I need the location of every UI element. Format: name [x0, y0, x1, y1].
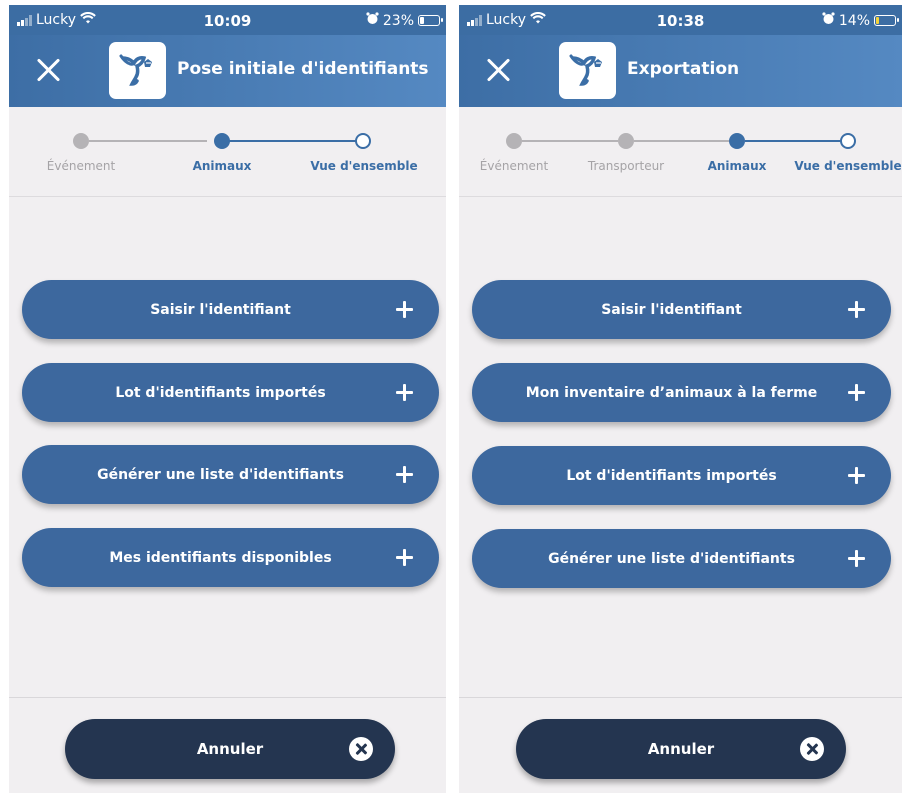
- app-header: Exportation: [459, 35, 902, 107]
- page-title: Pose initiale d'identifiants: [177, 59, 429, 79]
- enter-identifier-button[interactable]: Saisir l'identifiant: [472, 280, 891, 339]
- plus-icon: [396, 384, 413, 401]
- close-icon[interactable]: [35, 57, 61, 83]
- status-right: 14%: [822, 12, 899, 29]
- page-title: Exportation: [627, 59, 740, 79]
- close-circle-icon: [349, 737, 373, 761]
- battery-fill: [876, 17, 879, 24]
- step-connector: [745, 140, 841, 142]
- button-label: Générer une liste d'identifiants: [548, 550, 795, 567]
- plus-icon: [396, 466, 413, 483]
- battery-icon: [874, 15, 899, 26]
- battery-percent: 14%: [838, 12, 870, 29]
- enter-identifier-button[interactable]: Saisir l'identifiant: [22, 280, 439, 339]
- generate-list-button[interactable]: Générer une liste d'identifiants: [22, 445, 439, 504]
- plus-icon: [848, 384, 865, 401]
- button-label: Générer une liste d'identifiants: [97, 466, 344, 483]
- plus-icon: [396, 549, 413, 566]
- app-logo-icon: [559, 42, 616, 99]
- step-dot-vue-ensemble: [840, 133, 856, 149]
- alarm-icon: [366, 12, 379, 29]
- cancel-button[interactable]: Annuler: [65, 719, 395, 779]
- generate-list-button[interactable]: Générer une liste d'identifiants: [472, 529, 891, 588]
- farm-inventory-button[interactable]: Mon inventaire d’animaux à la ferme: [472, 363, 891, 422]
- step-connector: [89, 140, 207, 142]
- step-dot-evenement: [506, 133, 522, 149]
- button-label: Lot d'identifiants importés: [566, 467, 777, 484]
- step-label-animaux: Animaux: [707, 159, 767, 173]
- alarm-icon: [822, 12, 835, 29]
- step-dot-animaux: [214, 133, 230, 149]
- progress-stepper: Événement Transporteur Animaux Vue d'ens…: [459, 107, 902, 197]
- plus-icon: [848, 550, 865, 567]
- step-label-vue-ensemble: Vue d'ensemble: [310, 159, 418, 173]
- button-label: Mon inventaire d’animaux à la ferme: [525, 384, 818, 401]
- divider: [9, 697, 446, 698]
- plus-icon: [848, 467, 865, 484]
- phone-screen-pose-initiale: Lucky 10:09 23% Pose initiale d'identifi…: [9, 5, 446, 793]
- step-label-transporteur: Transporteur: [587, 159, 665, 173]
- plus-icon: [848, 301, 865, 318]
- cancel-label: Annuler: [647, 740, 715, 758]
- step-connector: [229, 140, 357, 142]
- close-icon[interactable]: [485, 57, 511, 83]
- imported-batch-button[interactable]: Lot d'identifiants importés: [22, 363, 439, 422]
- step-connector: [522, 140, 618, 142]
- step-connector: [634, 140, 729, 142]
- button-label: Saisir l'identifiant: [601, 301, 742, 318]
- app-logo-icon: [109, 42, 166, 99]
- button-label: Mes identifiants disponibles: [109, 549, 332, 566]
- step-label-animaux: Animaux: [192, 159, 252, 173]
- button-label: Saisir l'identifiant: [150, 301, 291, 318]
- plus-icon: [396, 301, 413, 318]
- step-dot-evenement: [73, 133, 89, 149]
- imported-batch-button[interactable]: Lot d'identifiants importés: [472, 446, 891, 505]
- step-label-evenement: Événement: [479, 159, 549, 173]
- status-bar: Lucky 10:09 23%: [9, 5, 446, 35]
- button-label: Lot d'identifiants importés: [115, 384, 326, 401]
- cancel-button[interactable]: Annuler: [516, 719, 846, 779]
- step-label-vue-ensemble: Vue d'ensemble: [794, 159, 902, 173]
- app-header: Pose initiale d'identifiants: [9, 35, 446, 107]
- battery-icon: [418, 15, 443, 26]
- close-circle-icon: [800, 737, 824, 761]
- step-dot-animaux: [729, 133, 745, 149]
- status-right: 23%: [366, 12, 443, 29]
- progress-stepper: Événement Animaux Vue d'ensemble: [9, 107, 446, 197]
- battery-fill: [420, 17, 424, 24]
- status-bar: Lucky 10:38 14%: [459, 5, 902, 35]
- cancel-label: Annuler: [196, 740, 264, 758]
- step-dot-transporteur: [618, 133, 634, 149]
- divider: [459, 697, 902, 698]
- step-label-evenement: Événement: [46, 159, 116, 173]
- battery-percent: 23%: [382, 12, 414, 29]
- available-identifiers-button[interactable]: Mes identifiants disponibles: [22, 528, 439, 587]
- phone-screen-exportation: Lucky 10:38 14% Exportation Événement Tr…: [459, 5, 902, 793]
- step-dot-vue-ensemble: [355, 133, 371, 149]
